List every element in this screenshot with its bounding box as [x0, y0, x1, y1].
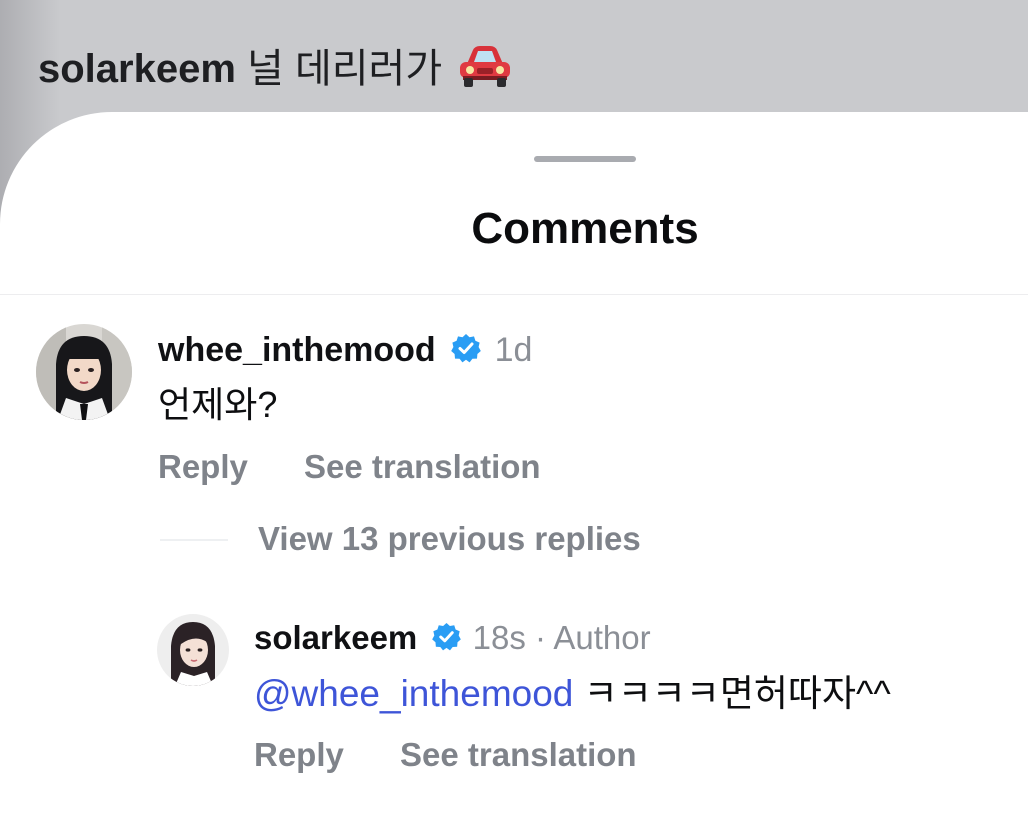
comments-sheet: Comments whee_inthemood 1d 언제와? Reply Se…: [0, 112, 1028, 834]
reply-text: @whee_inthemood ㅋㅋㅋㅋ면허따자^^: [254, 670, 891, 718]
reply-button[interactable]: Reply: [158, 448, 248, 486]
sheet-title: Comments: [471, 204, 699, 253]
meta-separator: ·: [535, 619, 547, 656]
avatar[interactable]: [36, 324, 132, 420]
comment-username[interactable]: whee_inthemood: [158, 331, 436, 369]
reply-header: solarkeem 18s · Author: [254, 616, 651, 662]
comment-header: whee_inthemood 1d: [158, 328, 532, 374]
replies-connector-line: [160, 539, 228, 541]
post-caption-text: 널 데리러가: [247, 47, 443, 91]
view-previous-replies-button[interactable]: View 13 previous replies: [258, 520, 641, 558]
reply-body: ㅋㅋㅋㅋ면허따자^^: [583, 673, 891, 714]
see-translation-button[interactable]: See translation: [304, 448, 541, 486]
verified-badge-icon: [432, 618, 462, 662]
post-username[interactable]: solarkeem: [38, 47, 236, 91]
reply-username[interactable]: solarkeem: [254, 619, 417, 656]
reply-mention-link[interactable]: @whee_inthemood: [254, 673, 573, 714]
avatar[interactable]: [157, 614, 229, 686]
reply-time: 18s: [472, 619, 526, 656]
sheet-grabber[interactable]: [534, 156, 636, 162]
post-caption: solarkeem 널 데리러가: [38, 36, 513, 94]
reply-button[interactable]: Reply: [254, 736, 344, 774]
comment-time: 1d: [494, 331, 533, 369]
header-divider: [0, 294, 1028, 295]
car-icon: [457, 44, 513, 88]
verified-badge-icon: [451, 330, 481, 374]
author-badge: Author: [553, 619, 651, 656]
comment-text: 언제와?: [158, 384, 278, 425]
see-translation-button[interactable]: See translation: [400, 736, 637, 774]
